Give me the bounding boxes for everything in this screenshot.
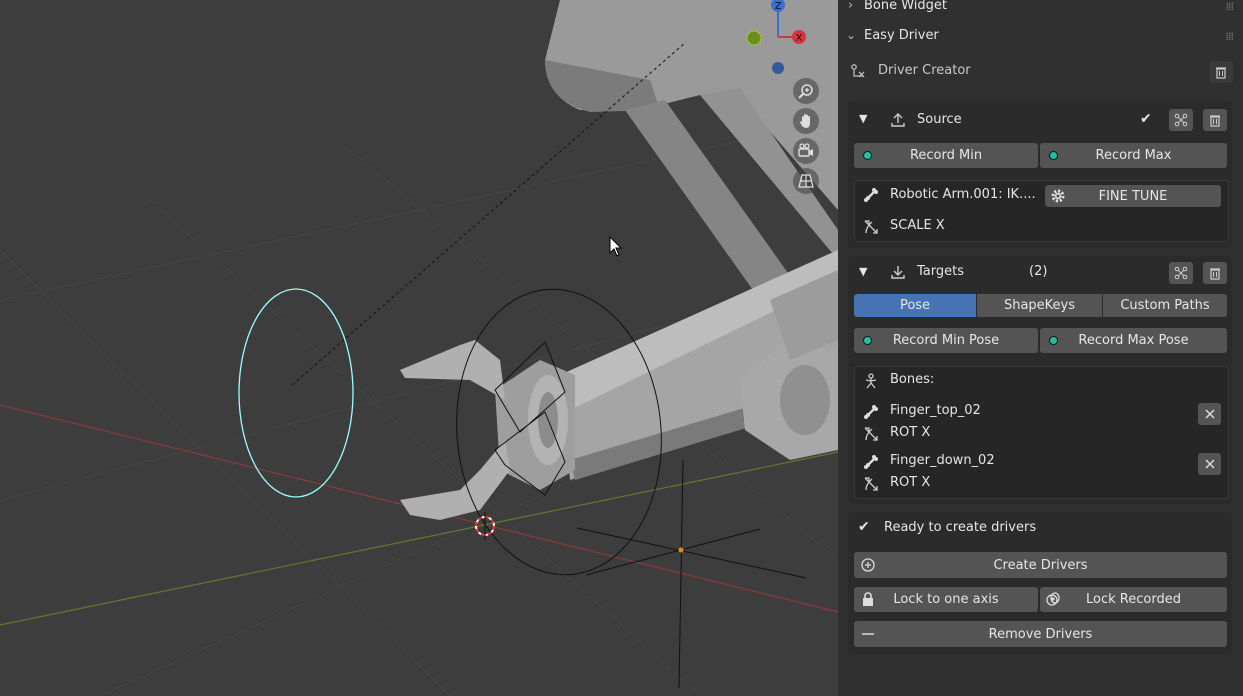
bone-icon — [863, 187, 879, 203]
record-max-pose-label: Record Max Pose — [1078, 333, 1189, 348]
tab-custom-paths[interactable]: Custom Paths — [1103, 294, 1227, 317]
export-icon — [890, 112, 906, 128]
remove-drivers-label: Remove Drivers — [988, 626, 1093, 642]
record-dot-icon — [863, 150, 872, 160]
target-bone-name: Finger_down_02 — [890, 453, 995, 468]
lock-recorded-button[interactable]: Lock Recorded — [1040, 587, 1227, 612]
bone-group-icon[interactable] — [1169, 262, 1193, 284]
lock-to-one-axis-button[interactable]: Lock to one axis — [854, 587, 1038, 612]
gear-icon — [1050, 188, 1066, 204]
import-icon — [890, 264, 906, 280]
target-bone-name: Finger_top_02 — [890, 403, 981, 418]
tab-custom-paths-label: Custom Paths — [1120, 298, 1210, 313]
target-bone-transform: ROT X — [890, 475, 931, 490]
record-min-pose-label: Record Min Pose — [892, 333, 1000, 348]
zoom-icon[interactable] — [793, 78, 819, 104]
drag-grip-icon[interactable]: ⁞⁞⁞ — [1226, 30, 1234, 43]
mouse-cursor-icon — [609, 235, 623, 257]
driver-icon — [850, 63, 866, 79]
transform-channel-icon — [863, 476, 879, 492]
status-text: Ready to create drivers — [884, 520, 1037, 535]
target-bone-transform: ROT X — [890, 425, 931, 440]
record-dot-icon — [1049, 150, 1058, 160]
trash-icon[interactable] — [1203, 109, 1227, 131]
checkmark-icon: ✔ — [858, 519, 870, 535]
trash-icon[interactable] — [1209, 61, 1233, 83]
record-min-label: Record Min — [909, 148, 983, 163]
close-icon[interactable] — [1198, 403, 1221, 425]
record-max-label: Record Max — [1095, 148, 1172, 163]
bone-icon — [863, 454, 879, 470]
easy-driver-label: Easy Driver — [864, 28, 939, 43]
3d-viewport[interactable]: Z X — [0, 0, 838, 696]
bone-group-icon[interactable] — [1169, 109, 1193, 131]
record-max-button[interactable]: Record Max — [1040, 143, 1227, 168]
record-min-button[interactable]: Record Min — [854, 143, 1038, 168]
pan-hand-icon[interactable] — [793, 108, 819, 134]
properties-panel: › Bone Widget ⁞⁞⁞ ⌄ Easy Driver ⁞⁞⁞ Driv… — [838, 0, 1243, 696]
record-max-pose-button[interactable]: Record Max Pose — [1040, 328, 1227, 353]
tab-pose-label: Pose — [899, 298, 931, 313]
targets-label: Targets — [917, 264, 964, 279]
lock-axis-label: Lock to one axis — [893, 592, 999, 607]
minus-icon — [860, 626, 876, 642]
bone-icon — [863, 404, 879, 420]
checkmark-icon[interactable]: ✔ — [1140, 111, 1152, 127]
record-min-pose-button[interactable]: Record Min Pose — [854, 328, 1038, 353]
create-drivers-button[interactable]: Create Drivers — [854, 552, 1227, 578]
lock-recorded-label: Lock Recorded — [1086, 592, 1181, 607]
fine-tune-button[interactable]: FINE TUNE — [1045, 185, 1221, 207]
selected-bone-widget — [238, 288, 354, 498]
tab-shapekeys-label: ShapeKeys — [1003, 298, 1076, 313]
bones-label: Bones: — [890, 372, 935, 387]
create-drivers-label: Create Drivers — [993, 557, 1088, 573]
add-circle-icon — [860, 557, 876, 573]
tab-shapekeys[interactable]: ShapeKeys — [977, 294, 1102, 317]
bone-widget-header[interactable]: › Bone Widget ⁞⁞⁞ — [838, 0, 1243, 20]
chevron-down-icon: ⌄ — [846, 28, 857, 42]
transform-channel-icon — [863, 219, 879, 235]
perspective-grid-icon[interactable] — [793, 168, 819, 194]
gizmo-y-neg — [746, 30, 762, 46]
record-dot-icon — [863, 335, 872, 345]
drag-grip-icon[interactable]: ⁞⁞⁞ — [1226, 0, 1234, 13]
gizmo-z-label: Z — [775, 1, 782, 12]
close-icon[interactable] — [1198, 453, 1221, 475]
collapse-triangle-icon[interactable]: ▼ — [859, 112, 867, 125]
record-dot-icon — [1049, 335, 1058, 345]
trash-icon[interactable] — [1203, 262, 1227, 284]
lock-icon — [860, 591, 876, 607]
targets-count: (2) — [1029, 264, 1048, 279]
camera-view-icon[interactable] — [793, 138, 819, 164]
armature-icon — [863, 373, 879, 389]
y-axis-line — [0, 451, 838, 626]
gizmo-z-neg — [772, 62, 784, 74]
tab-pose[interactable]: Pose — [854, 294, 976, 317]
easy-driver-header[interactable]: ⌄ Easy Driver ⁞⁞⁞ — [838, 22, 1243, 50]
remove-drivers-button[interactable]: Remove Drivers — [854, 621, 1227, 647]
source-label: Source — [917, 112, 962, 127]
bone-widget-label: Bone Widget — [864, 0, 948, 13]
gizmo-x-label: X — [796, 33, 803, 44]
source-transform: SCALE X — [890, 218, 945, 233]
scene-drawing: Z X — [0, 0, 838, 696]
driver-creator-label: Driver Creator — [878, 63, 971, 78]
fine-tune-label: FINE TUNE — [1098, 188, 1168, 204]
transform-channel-icon — [863, 426, 879, 442]
collapse-triangle-icon[interactable]: ▼ — [859, 265, 867, 278]
constraint-icon — [1045, 591, 1061, 607]
chevron-right-icon: › — [848, 0, 854, 13]
source-bone-name: Robotic Arm.001: IK.... — [890, 187, 1036, 202]
